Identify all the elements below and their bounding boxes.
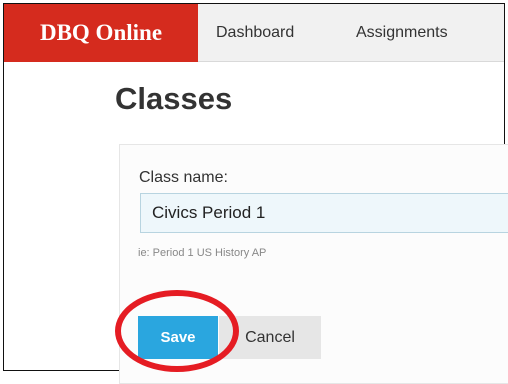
class-name-hint: ie: Period 1 US History AP [138, 247, 267, 259]
save-button[interactable]: Save [138, 316, 218, 359]
class-name-input[interactable] [140, 193, 508, 233]
brand-logo[interactable]: DBQ Online [4, 4, 198, 62]
class-name-label: Class name: [139, 169, 228, 186]
nav-link-dashboard[interactable]: Dashboard [216, 4, 294, 62]
nav-link-assignments[interactable]: Assignments [356, 4, 448, 62]
top-navbar: DBQ Online Dashboard Assignments [4, 4, 504, 62]
page-title: Classes [115, 81, 233, 116]
cancel-button[interactable]: Cancel [219, 316, 321, 359]
